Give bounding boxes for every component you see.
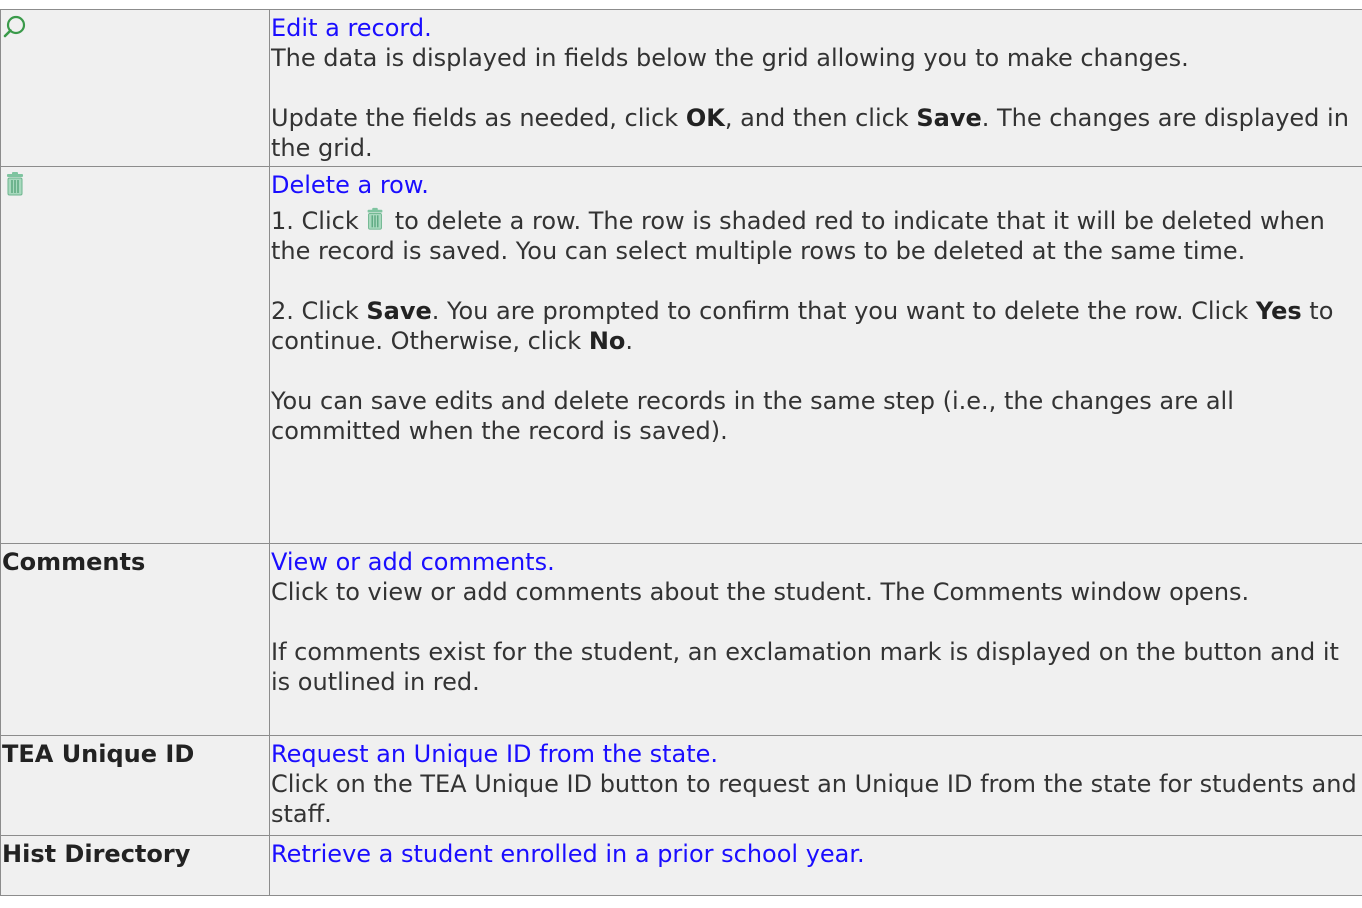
edit-desc-2: Update the fields as needed, click OK, a…: [271, 103, 1362, 163]
comments-desc-1: Click to view or add comments about the …: [271, 577, 1362, 607]
delete-description: Delete a row. 1. Click to delete a row. …: [270, 167, 1362, 544]
comments-link[interactable]: View or add comments.: [271, 547, 1362, 577]
table-row-edit: Edit a record. The data is displayed in …: [1, 10, 1362, 167]
edit-record-link[interactable]: Edit a record.: [271, 13, 1362, 43]
trash-icon[interactable]: [2, 171, 28, 197]
tea-unique-id-description: Request an Unique ID from the state. Cli…: [270, 736, 1362, 836]
icon-cell: [1, 167, 270, 544]
delete-desc-2: 2. Click Save. You are prompted to confi…: [271, 296, 1362, 356]
table-row-hist-directory: Hist Directory Retrieve a student enroll…: [1, 836, 1362, 896]
hist-directory-link[interactable]: Retrieve a student enrolled in a prior s…: [271, 839, 1362, 869]
hist-directory-description: Retrieve a student enrolled in a prior s…: [270, 836, 1362, 896]
icon-cell: [1, 10, 270, 167]
edit-description: Edit a record. The data is displayed in …: [270, 10, 1362, 167]
tea-unique-id-desc-1: Click on the TEA Unique ID button to req…: [271, 769, 1362, 829]
tea-unique-id-label: TEA Unique ID: [1, 736, 270, 836]
delete-desc-3: You can save edits and delete records in…: [271, 386, 1362, 446]
edit-desc-1: The data is displayed in fields below th…: [271, 43, 1362, 73]
comments-description: View or add comments. Click to view or a…: [270, 544, 1362, 736]
help-table: Edit a record. The data is displayed in …: [0, 9, 1362, 896]
table-row-delete: Delete a row. 1. Click to delete a row. …: [1, 167, 1362, 544]
table-row-tea-unique-id: TEA Unique ID Request an Unique ID from …: [1, 736, 1362, 836]
hist-directory-label: Hist Directory: [1, 836, 270, 896]
comments-label: Comments: [1, 544, 270, 736]
tea-unique-id-link[interactable]: Request an Unique ID from the state.: [271, 739, 1362, 769]
comments-desc-2: If comments exist for the student, an ex…: [271, 637, 1362, 697]
trash-icon: [363, 206, 387, 232]
table-row-comments: Comments View or add comments. Click to …: [1, 544, 1362, 736]
delete-desc-1: 1. Click to delete a row. The row is sha…: [271, 206, 1362, 266]
delete-row-link[interactable]: Delete a row.: [271, 170, 1362, 200]
magnifier-icon[interactable]: [2, 14, 28, 40]
